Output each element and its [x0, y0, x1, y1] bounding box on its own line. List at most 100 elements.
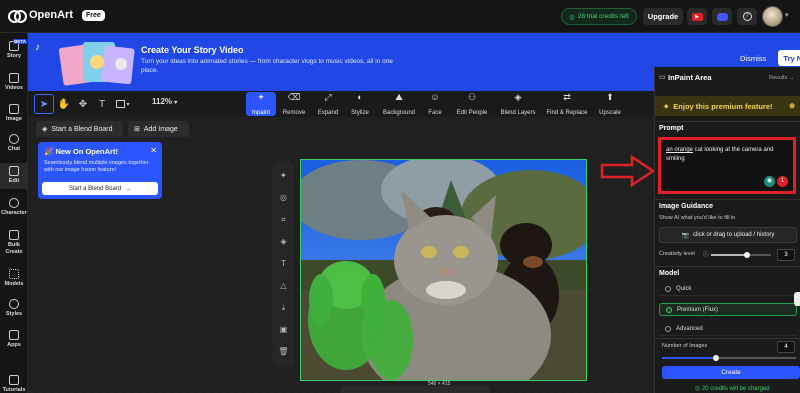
layers-icon: ◈	[42, 126, 48, 133]
pan-tool-button[interactable]: ✋	[54, 94, 74, 114]
image-icon	[9, 104, 19, 114]
chat-icon	[9, 134, 19, 144]
openart-logo[interactable]: OpenArt Free	[8, 9, 105, 23]
tool-upscale[interactable]: ⬆ Upscale	[598, 92, 622, 116]
guidance-hint: Show AI what you'd like to fill in	[659, 215, 736, 221]
upload-label: click or drag to upload / history	[693, 232, 775, 238]
nav-item-videos[interactable]: Videos	[0, 73, 28, 91]
top-bar: OpenArt Free ◎ 28 trial credits left Upg…	[0, 0, 800, 33]
inpaint-icon: ▭	[659, 74, 666, 81]
shapes-icon[interactable]: △	[278, 280, 289, 291]
nav-item-apps[interactable]: Apps	[0, 330, 28, 348]
tool-edit-people[interactable]: ⚇ Edit People	[452, 92, 492, 116]
tool-face[interactable]: ☺ Face	[426, 92, 444, 116]
tool-blend-layers[interactable]: ◈ Blend Layers	[498, 92, 538, 116]
tool-stylize[interactable]: ◐ Stylize	[348, 92, 372, 116]
tool-inpaint[interactable]: ✦ Inpaint	[246, 92, 276, 116]
close-icon[interactable]: ⊗	[789, 102, 795, 110]
chevron-down-icon: ▾	[126, 101, 130, 108]
nav-item-image[interactable]: Image	[0, 104, 28, 122]
tool-remove[interactable]: ⌫ Remove	[281, 92, 307, 116]
camera-icon: 📷	[681, 232, 690, 239]
nav-item-styles[interactable]: Styles	[0, 299, 28, 317]
text-tool-button[interactable]: T	[92, 94, 112, 114]
nav-label: Videos	[5, 85, 23, 91]
sparkle-icon: ✦	[663, 101, 670, 111]
select-tool-button[interactable]: ➤	[34, 94, 54, 114]
panel-header: ▭ InPaint Area Results →	[655, 67, 800, 87]
new-feature-title: 🎉 New On OpenArt!	[44, 147, 156, 156]
upload-guidance-button[interactable]: 📷 click or drag to upload / history	[659, 227, 797, 243]
tool-background[interactable]: ⛰ Background	[380, 92, 418, 116]
tool-expand[interactable]: ⤢ Expand	[316, 92, 340, 116]
close-icon[interactable]: ✕	[150, 146, 157, 155]
try-now-button[interactable]: Try Now	[778, 50, 800, 66]
editor-toolbar: ➤ ✋ ✥ T ▾ 112% ▾ ✦ Inpaint ⌫ Remove ⤢ Ex…	[28, 91, 654, 117]
nav-item-chat[interactable]: Chat	[0, 134, 28, 152]
chevron-down-icon[interactable]: ▾	[785, 11, 789, 19]
nav-item-character[interactable]: Character	[0, 198, 28, 216]
create-button[interactable]: Create	[662, 366, 800, 379]
discord-button[interactable]	[712, 8, 732, 25]
prompt-badges: ◉ 1	[764, 176, 788, 187]
tool-label: Blend Layers	[500, 110, 536, 116]
trash-icon[interactable]: 🗑	[278, 346, 289, 357]
zoom-dropdown[interactable]: 112% ▾	[152, 97, 177, 106]
info-icon: ⓘ	[703, 252, 709, 258]
creativity-slider-handle[interactable]	[744, 252, 750, 258]
zoom-level: 112%	[152, 97, 173, 106]
panel-collapse-handle[interactable]	[794, 292, 800, 306]
bottom-layer-bar[interactable]	[340, 386, 490, 393]
face-icon: ☺	[430, 92, 440, 102]
chevron-down-icon: ▾	[174, 100, 178, 106]
youtube-button[interactable]: ▶	[687, 8, 707, 25]
target-icon[interactable]: ◎	[278, 192, 289, 203]
download-icon[interactable]: ⤓	[278, 302, 289, 313]
user-avatar[interactable]	[762, 6, 783, 27]
credits-pill[interactable]: ◎ 28 trial credits left	[561, 8, 637, 25]
creativity-row: Creativity level ⓘ 3	[659, 249, 797, 261]
nav-label: Tutorials	[2, 387, 26, 393]
creativity-slider[interactable]	[711, 252, 771, 258]
cat-dog-selfie-image	[301, 160, 586, 380]
nav-item-edit[interactable]: Edit	[0, 163, 28, 189]
save-icon[interactable]: ▣	[278, 324, 289, 335]
start-blend-board-label: Start a Blend Board	[51, 125, 113, 133]
nav-item-bulk-create[interactable]: Bulk Create	[0, 230, 28, 256]
move-tool-button[interactable]: ✥	[73, 94, 93, 114]
results-link[interactable]: Results →	[769, 75, 794, 81]
num-images-value[interactable]: 4	[777, 341, 795, 353]
issue-count-badge[interactable]: 1	[777, 176, 788, 187]
banner-description: Turn your ideas into animated stories — …	[141, 58, 393, 74]
creativity-value[interactable]: 3	[777, 249, 795, 261]
upgrade-button[interactable]: Upgrade	[643, 8, 683, 25]
tool-find-replace[interactable]: ⇄ Find & Replace	[546, 92, 588, 116]
dismiss-button[interactable]: Dismiss	[740, 54, 766, 63]
shape-tool-button[interactable]: ▾	[113, 94, 133, 114]
card-start-blend-board-button[interactable]: Start a Blend Board →	[42, 182, 158, 195]
banner-title: Create Your Story Video	[141, 45, 244, 55]
crop-icon[interactable]: ⌗	[278, 214, 289, 225]
new-feature-card: 🎉 New On OpenArt! ✕ Seamlessly blend mul…	[38, 142, 162, 199]
nav-item-models[interactable]: Models	[0, 269, 28, 287]
magic-icon[interactable]: ✦	[278, 170, 289, 181]
nav-item-story[interactable]: BETA Story	[0, 39, 28, 59]
radio-icon	[665, 326, 671, 332]
radio-selected-icon	[666, 306, 672, 313]
start-blend-board-button[interactable]: ◈ Start a Blend Board	[36, 121, 123, 137]
assist-icon[interactable]: ◉	[764, 176, 775, 187]
help-button[interactable]: ?	[737, 8, 757, 25]
nav-item-tutorials[interactable]: Tutorials	[0, 375, 28, 393]
text-icon[interactable]: T	[278, 258, 289, 269]
model-option-premium-flux[interactable]: Premium (Flux)	[659, 303, 797, 316]
prompt-input[interactable]: an orange cat looking at the camera and …	[658, 137, 796, 194]
model-option-quick[interactable]: Quick	[659, 283, 797, 296]
canvas-image[interactable]	[300, 159, 587, 381]
inpaint-panel: ▭ InPaint Area Results → ✦ Enjoy this pr…	[654, 67, 800, 393]
apps-icon	[9, 330, 19, 340]
num-images-slider[interactable]	[662, 355, 796, 361]
model-option-advanced[interactable]: Advanced	[659, 323, 797, 336]
layers-icon[interactable]: ◈	[278, 236, 289, 247]
add-image-button[interactable]: ⊞ Add Image	[128, 121, 189, 137]
num-images-slider-handle[interactable]	[712, 355, 719, 361]
